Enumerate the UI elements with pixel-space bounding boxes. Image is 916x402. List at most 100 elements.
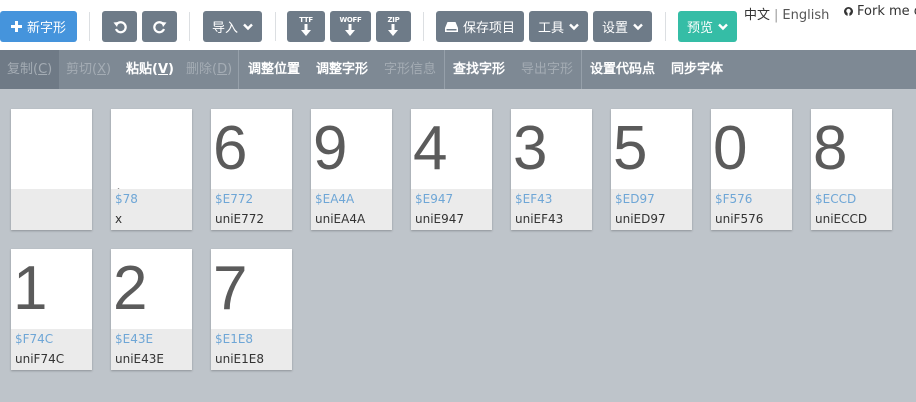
new-glyph-button[interactable]: 新字形 — [0, 11, 77, 42]
ttf-download-icon: TTF — [299, 17, 313, 36]
divider — [444, 50, 445, 89]
set-codepoint-button[interactable]: 设置代码点 — [590, 50, 655, 89]
glyph-name: uniEF43 — [515, 212, 564, 226]
glyph-grid: ` $78 x 6 $E772 uniE772 9 $EA4A uniEA4A … — [0, 89, 916, 402]
glyph-card[interactable]: 1 $F74C uniF74C — [11, 249, 92, 370]
glyph-code: $E772 — [215, 192, 254, 206]
tools-button[interactable]: 工具 — [529, 11, 588, 42]
glyph-code: $F576 — [715, 192, 753, 206]
glyph-name: uniE947 — [415, 212, 465, 226]
glyph-name: x — [115, 212, 123, 226]
import-label: 导入 — [211, 21, 238, 36]
glyph-info-button[interactable]: 字形信息 — [384, 50, 436, 89]
divider — [423, 12, 424, 41]
chevron-down-icon — [633, 23, 643, 31]
glyph-preview: 6 — [211, 109, 292, 189]
language-switcher: 中文 | English — [744, 4, 829, 23]
fork-link[interactable]: Fork me or — [843, 4, 916, 19]
glyph-preview: 7 — [211, 249, 292, 329]
glyph-name: uniE772 — [215, 212, 265, 226]
undo-icon — [113, 20, 127, 34]
preview-button[interactable]: 预览 — [678, 11, 737, 42]
settings-label: 设置 — [601, 21, 628, 36]
glyph-code: $ECCD — [815, 192, 857, 206]
glyph-preview: 2 — [111, 249, 192, 329]
glyph-preview — [11, 109, 92, 189]
lang-english-link[interactable]: English — [782, 8, 829, 23]
glyph-preview: 5 — [611, 109, 692, 189]
settings-button[interactable]: 设置 — [593, 11, 652, 42]
glyph-code: $EA4A — [315, 192, 355, 206]
glyph-card[interactable]: 9 $EA4A uniEA4A — [311, 109, 392, 230]
undo-button[interactable] — [102, 11, 137, 42]
save-project-label: 保存项目 — [462, 21, 515, 36]
glyph-name: uniED97 — [615, 212, 666, 226]
chevron-down-icon — [718, 23, 728, 31]
glyph-code: $78 — [115, 192, 138, 206]
redo-icon — [152, 20, 167, 34]
glyph-code: $EF43 — [515, 192, 553, 206]
glyph-name: uniE43E — [115, 352, 164, 366]
preview-label: 预览 — [686, 21, 713, 36]
tools-label: 工具 — [537, 21, 564, 36]
divider — [189, 12, 190, 41]
redo-button[interactable] — [142, 11, 177, 42]
glyph-code: $E43E — [115, 332, 154, 346]
divider — [581, 50, 582, 89]
glyph-card[interactable]: 5 $ED97 uniED97 — [611, 109, 692, 230]
copy-button[interactable]: 复制(C) — [0, 50, 60, 89]
github-icon — [843, 6, 854, 17]
glyph-preview: ` — [111, 109, 192, 189]
edit-toolbar: 复制(C) 剪切(X) 粘贴(V) 删除(D) 调整位置 调整字形 字形信息 查… — [0, 50, 916, 89]
glyph-card[interactable]: 8 $ECCD uniECCD — [811, 109, 892, 230]
glyph-name: uniEA4A — [315, 212, 366, 226]
find-glyph-button[interactable]: 查找字形 — [453, 50, 505, 89]
divider — [89, 12, 90, 41]
glyph-code: $E947 — [415, 192, 454, 206]
divider — [275, 12, 276, 41]
glyph-card[interactable]: 7 $E1E8 uniE1E8 — [211, 249, 292, 370]
plus-icon — [10, 21, 22, 32]
import-button[interactable]: 导入 — [203, 11, 262, 42]
glyph-card[interactable]: 2 $E43E uniE43E — [111, 249, 192, 370]
glyph-code: $E1E8 — [215, 332, 254, 346]
glyph-preview: 8 — [811, 109, 892, 189]
cut-button[interactable]: 剪切(X) — [66, 50, 111, 89]
glyph-name: uniF576 — [715, 212, 764, 226]
glyph-preview: 9 — [311, 109, 392, 189]
export-glyph-button[interactable]: 导出字形 — [521, 50, 573, 89]
glyph-card[interactable]: 4 $E947 uniE947 — [411, 109, 492, 230]
chevron-down-icon — [569, 23, 579, 31]
glyph-name: uniE1E8 — [215, 352, 264, 366]
glyph-name: uniECCD — [815, 212, 868, 226]
chevron-down-icon — [243, 23, 253, 31]
delete-button[interactable]: 删除(D) — [186, 50, 232, 89]
zip-download-icon: ZIP — [388, 17, 400, 36]
woff-download-icon: WOFF — [339, 17, 362, 36]
adjust-glyph-button[interactable]: 调整字形 — [316, 50, 368, 89]
export-ttf-button[interactable]: TTF — [287, 11, 325, 42]
glyph-preview: 0 — [711, 109, 792, 189]
glyph-card[interactable]: 3 $EF43 uniEF43 — [511, 109, 592, 230]
paste-button[interactable]: 粘贴(V) — [126, 50, 174, 89]
export-zip-button[interactable]: ZIP — [376, 11, 411, 42]
sync-font-button[interactable]: 同步字体 — [671, 50, 723, 89]
export-woff-button[interactable]: WOFF — [330, 11, 371, 42]
top-bar: 新字形 导入 TTF WOFF ZIP 保存项目 工具 设置 预览 中文 | E… — [0, 0, 916, 50]
hdd-icon — [444, 21, 458, 32]
divider — [665, 12, 666, 41]
divider — [238, 50, 239, 89]
glyph-code: $F74C — [15, 332, 54, 346]
glyph-card[interactable] — [11, 109, 92, 230]
save-project-button[interactable]: 保存项目 — [436, 11, 524, 42]
glyph-card[interactable]: ` $78 x — [111, 109, 192, 230]
new-glyph-label: 新字形 — [26, 21, 66, 36]
lang-chinese-link[interactable]: 中文 — [744, 8, 770, 23]
adjust-position-button[interactable]: 调整位置 — [248, 50, 300, 89]
glyph-name: uniF74C — [15, 352, 65, 366]
glyph-card[interactable]: 6 $E772 uniE772 — [211, 109, 292, 230]
glyph-card[interactable]: 0 $F576 uniF576 — [711, 109, 792, 230]
glyph-preview: 1 — [11, 249, 92, 329]
lang-separator: | — [774, 8, 779, 23]
glyph-code: $ED97 — [615, 192, 655, 206]
